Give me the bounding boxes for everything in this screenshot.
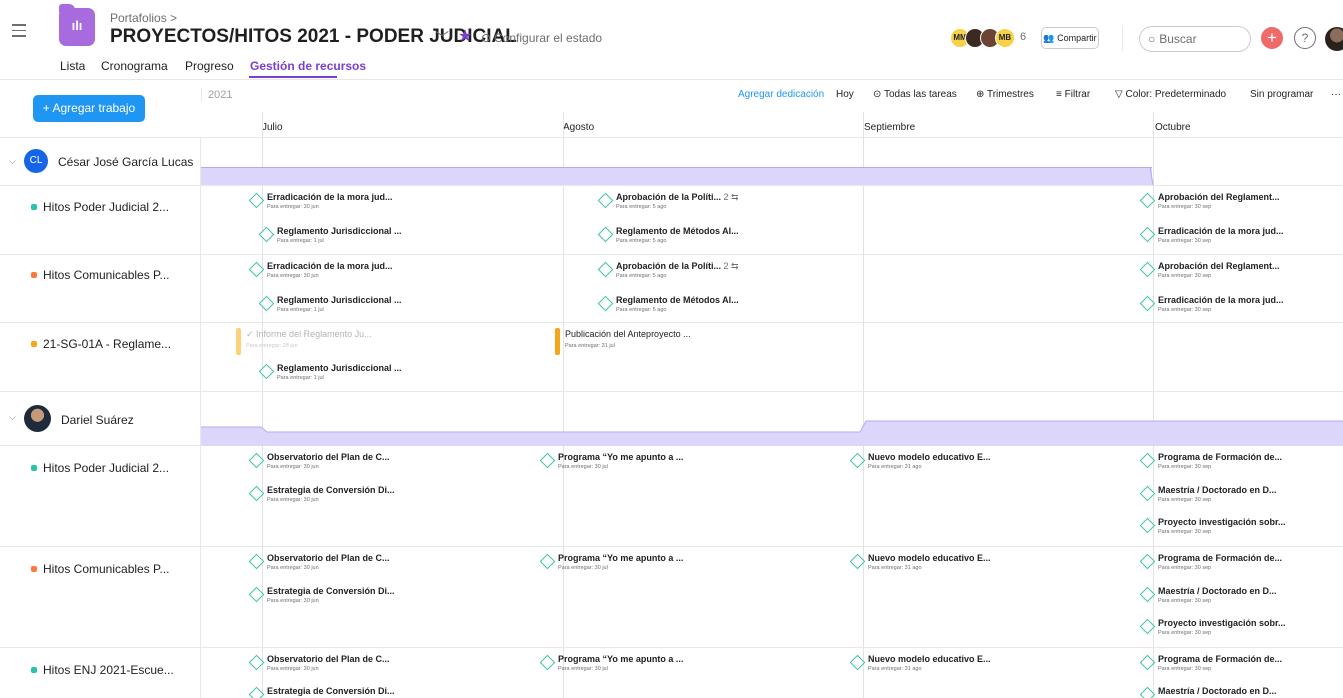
filter-button[interactable]: ≡ Filtrar [1056, 89, 1090, 100]
project-name[interactable]: Hitos Poder Judicial 2... [43, 461, 169, 475]
all-tasks-label: Todas las tareas [883, 89, 957, 100]
milestone-icon [597, 226, 614, 243]
filter-label: Filtrar [1064, 89, 1091, 100]
today-button[interactable]: Hoy [836, 89, 854, 100]
project-color [31, 667, 37, 673]
divider [0, 137, 1343, 138]
project-color [31, 272, 37, 278]
avatar: MB [995, 28, 1015, 48]
search-input[interactable]: ○ Buscar [1139, 26, 1251, 52]
quarters-button[interactable]: ⊕ Trimestres [976, 89, 1034, 100]
milestone-icon [539, 553, 556, 570]
milestone-icon [597, 261, 614, 278]
member-count: 6 [1020, 31, 1027, 43]
project-name[interactable]: Hitos Comunicables P... [43, 562, 170, 576]
color-icon: ▽ [1115, 89, 1126, 100]
more-options-icon[interactable]: ··· [1331, 89, 1341, 100]
all-tasks-button[interactable]: ⊙ Todas las tareas [873, 89, 957, 100]
chart-icon: ılı [71, 18, 83, 33]
filter-icon: ≡ [1056, 89, 1065, 100]
project-name[interactable]: Hitos Poder Judicial 2... [43, 200, 169, 214]
menu-icon[interactable] [12, 24, 26, 41]
project-name[interactable]: 21-SG-01A - Reglame... [43, 337, 171, 351]
workload-bar [201, 420, 1343, 446]
task-bar [236, 328, 241, 355]
project-color [31, 465, 37, 471]
divider [1122, 27, 1123, 51]
people-icon: 👥 [1043, 33, 1058, 43]
avatar: CL [24, 149, 48, 173]
divider [0, 254, 1343, 255]
milestone-icon [597, 192, 614, 209]
help-button[interactable]: ? [1294, 27, 1316, 49]
check-icon: ✓ [246, 329, 257, 339]
chevron-down-icon[interactable]: ﹀ [435, 28, 449, 48]
zoom-icon: ⊕ [976, 89, 987, 100]
tab-lista[interactable]: Lista [60, 59, 85, 73]
milestone-icon [597, 295, 614, 312]
page-title: PROYECTOS/HITOS 2021 - PODER JUDICIAL [110, 26, 517, 47]
chevron-down-icon[interactable]: ⌵ [9, 156, 16, 167]
divider [0, 391, 1343, 392]
month-header: Septiembre [864, 122, 916, 133]
workload-slope [1150, 166, 1154, 186]
status-button[interactable]: Configurar el estado [482, 31, 602, 45]
tab-gestion-recursos[interactable]: Gestión de recursos [250, 59, 366, 73]
add-dedication-button[interactable]: Agregar dedicación [738, 89, 824, 100]
quarters-label: Trimestres [986, 89, 1034, 100]
month-gridline [863, 112, 864, 698]
star-icon[interactable]: ★ [458, 26, 472, 46]
divider [0, 79, 1343, 80]
person-name[interactable]: César José García Lucas [58, 155, 193, 169]
project-name[interactable]: Hitos Comunicables P... [43, 268, 170, 282]
chevron-down-icon[interactable]: ⌵ [9, 412, 16, 423]
unscheduled-button[interactable]: Sin programar [1250, 89, 1313, 100]
color-button[interactable]: ▽ Color: Predeterminado [1115, 89, 1226, 100]
project-color [31, 341, 37, 347]
project-color [31, 566, 37, 572]
month-gridline [563, 112, 564, 698]
task-bar [555, 328, 560, 355]
check-circle-icon: ⊙ [873, 89, 884, 100]
share-button[interactable]: 👥 Compartir [1041, 27, 1099, 49]
portfolio-icon: ılı [59, 4, 95, 46]
workload-bar [201, 167, 1152, 185]
divider [0, 546, 1343, 547]
add-work-button[interactable]: + Agregar trabajo [33, 95, 145, 122]
month-header: Octubre [1155, 122, 1191, 133]
person-name[interactable]: Dariel Suárez [61, 413, 134, 427]
subtasks-icon: ⇆ [728, 261, 739, 271]
quick-add-button[interactable]: + [1261, 27, 1283, 49]
milestone-icon [539, 452, 556, 469]
color-label: Color: Predeterminado [1125, 89, 1227, 100]
search-icon: ○ [1148, 32, 1156, 46]
project-name[interactable]: Hitos ENJ 2021-Escue... [43, 663, 174, 677]
divider [0, 322, 1343, 323]
month-header: Agosto [563, 122, 595, 133]
tab-progreso[interactable]: Progreso [185, 59, 234, 73]
tab-cronograma[interactable]: Cronograma [101, 59, 168, 73]
share-label: Compartir [1057, 33, 1097, 43]
status-circle-icon [482, 34, 490, 42]
active-tab-indicator [249, 76, 337, 78]
year-label: 2021 [201, 88, 232, 102]
divider [0, 647, 1343, 648]
month-header: Julio [262, 122, 283, 133]
user-avatar[interactable] [1325, 27, 1343, 51]
divider [0, 185, 1343, 186]
avatar [24, 405, 51, 432]
search-placeholder: Buscar [1159, 32, 1197, 46]
milestone-icon [539, 654, 556, 671]
breadcrumb[interactable]: Portafolios > [110, 11, 177, 25]
project-color [31, 204, 37, 210]
status-label: Configurar el estado [494, 31, 603, 45]
subtasks-icon: ⇆ [728, 192, 739, 202]
